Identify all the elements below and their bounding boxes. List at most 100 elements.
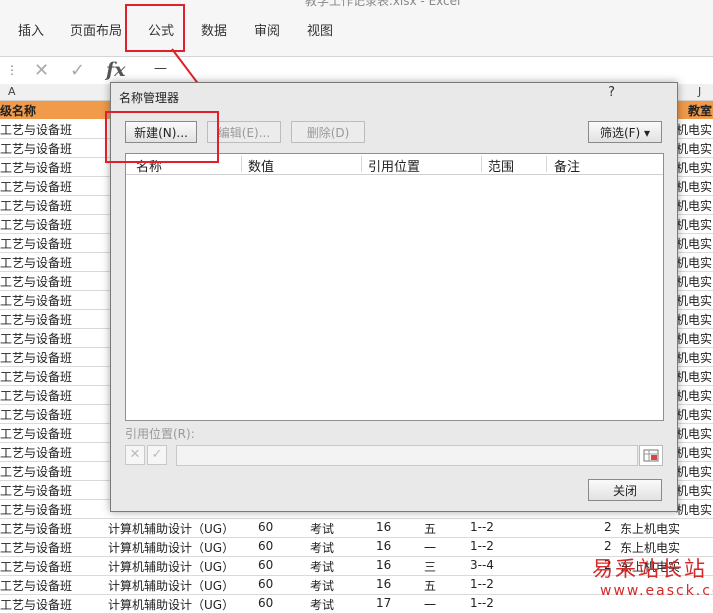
cell-class-name[interactable]: 工艺与设备班 [0,387,72,404]
refers-to-input[interactable] [176,445,638,466]
cell-class-name[interactable]: 工艺与设备班 [0,330,72,347]
cell-period[interactable]: 1--2 [470,520,494,534]
cell-week[interactable]: 16 [376,520,391,534]
cell-class-name[interactable]: 工艺与设备班 [0,121,72,138]
cell-class-name[interactable]: 工艺与设备班 [0,178,72,195]
cell-weekday[interactable]: 五 [424,520,436,537]
cell-classroom[interactable]: 机电实 [676,330,712,347]
cell-classroom[interactable]: 机电实 [676,178,712,195]
cell-class-name[interactable]: 工艺与设备班 [0,577,72,594]
cell-weekday[interactable]: 一 [424,539,436,556]
check-icon[interactable]: ✓ [70,60,85,81]
cell-class-name[interactable]: 工艺与设备班 [0,292,72,309]
cell-classroom[interactable]: 机电实 [676,254,712,271]
tab-insert[interactable]: 插入 [18,20,44,39]
cell-class-name[interactable]: 工艺与设备班 [0,159,72,176]
close-button[interactable]: 关闭 [588,479,662,501]
cell-week[interactable]: 17 [376,596,391,610]
delete-button[interactable]: 删除(D) [291,121,365,143]
cell-classroom[interactable]: 机电实 [676,444,712,461]
cell-class-name[interactable]: 工艺与设备班 [0,539,72,556]
formula-input[interactable]: — [154,61,167,76]
column-a-header[interactable]: A [8,85,16,98]
cell-period[interactable]: 1--2 [470,577,494,591]
cell-classroom[interactable]: 机电实 [676,140,712,157]
cell-class-name[interactable]: 工艺与设备班 [0,501,72,518]
cancel-icon[interactable]: ✕ [34,60,49,81]
cell-classroom[interactable]: 机电实 [676,425,712,442]
cell-class-name[interactable]: 工艺与设备班 [0,425,72,442]
cell-class-name[interactable]: 工艺与设备班 [0,197,72,214]
cell-course[interactable]: 计算机辅助设计（UG） [108,558,234,575]
cell-hours[interactable]: 60 [258,558,273,572]
cell-classroom[interactable]: 机电实 [676,406,712,423]
col-header-value[interactable]: 数值 [248,156,274,175]
cell-classroom[interactable]: 机电实 [676,121,712,138]
cell-count[interactable]: 2 [604,520,612,534]
cell-classroom[interactable]: 机电实 [676,235,712,252]
column-j-header[interactable]: J [698,85,701,98]
cell-hours[interactable]: 60 [258,596,273,610]
cell-period[interactable]: 3--4 [470,558,494,572]
col-header-refers-to[interactable]: 引用位置 [368,156,420,175]
cell-class-name[interactable]: 工艺与设备班 [0,444,72,461]
cell-weekday[interactable]: 五 [424,577,436,594]
cell-room[interactable]: 东上机电实 [620,520,680,537]
function-icon[interactable]: fx [106,59,126,81]
cell-count[interactable]: 2 [604,539,612,553]
range-select-icon[interactable] [639,445,663,466]
cell-classroom[interactable]: 机电实 [676,273,712,290]
cell-class-name[interactable]: 工艺与设备班 [0,349,72,366]
cell-class-name[interactable]: 工艺与设备班 [0,235,72,252]
cell-weekday[interactable]: 三 [424,558,436,575]
cell-exam-type[interactable]: 考试 [310,596,334,613]
names-list[interactable]: 名称 数值 引用位置 范围 备注 [125,153,664,421]
col-header-comment[interactable]: 备注 [554,156,580,175]
cell-week[interactable]: 16 [376,539,391,553]
cell-classroom[interactable]: 机电实 [676,368,712,385]
header-classroom[interactable]: 教室 [688,102,712,119]
col-header-scope[interactable]: 范围 [488,156,514,175]
cell-weekday[interactable]: 一 [424,596,436,613]
cell-class-name[interactable]: 工艺与设备班 [0,140,72,157]
cell-class-name[interactable]: 工艺与设备班 [0,463,72,480]
cell-exam-type[interactable]: 考试 [310,558,334,575]
filter-button[interactable]: 筛选(F) ▾ [588,121,662,143]
cell-class-name[interactable]: 工艺与设备班 [0,311,72,328]
cell-classroom[interactable]: 机电实 [676,349,712,366]
cell-course[interactable]: 计算机辅助设计（UG） [108,577,234,594]
cell-hours[interactable]: 60 [258,520,273,534]
cell-exam-type[interactable]: 考试 [310,539,334,556]
confirm-ref-icon[interactable]: ✓ [147,445,167,465]
cell-class-name[interactable]: 工艺与设备班 [0,482,72,499]
cell-course[interactable]: 计算机辅助设计（UG） [108,539,234,556]
cell-hours[interactable]: 60 [258,577,273,591]
cell-course[interactable]: 计算机辅助设计（UG） [108,520,234,537]
header-class-name[interactable]: 级名称 [0,102,36,119]
cell-class-name[interactable]: 工艺与设备班 [0,520,72,537]
tab-page-layout[interactable]: 页面布局 [70,20,122,39]
cell-class-name[interactable]: 工艺与设备班 [0,368,72,385]
cell-class-name[interactable]: 工艺与设备班 [0,406,72,423]
cell-exam-type[interactable]: 考试 [310,520,334,537]
cell-classroom[interactable]: 机电实 [676,159,712,176]
cell-classroom[interactable]: 机电实 [676,501,712,518]
cell-classroom[interactable]: 机电实 [676,482,712,499]
cell-week[interactable]: 16 [376,558,391,572]
cell-period[interactable]: 1--2 [470,596,494,610]
cell-class-name[interactable]: 工艺与设备班 [0,254,72,271]
cell-course[interactable]: 计算机辅助设计（UG） [108,596,234,613]
cell-hours[interactable]: 60 [258,539,273,553]
cell-week[interactable]: 16 [376,577,391,591]
help-icon[interactable]: ? [608,85,615,100]
tab-review[interactable]: 审阅 [254,20,280,39]
cell-classroom[interactable]: 机电实 [676,463,712,480]
cell-exam-type[interactable]: 考试 [310,577,334,594]
cell-period[interactable]: 1--2 [470,539,494,553]
cell-classroom[interactable]: 机电实 [676,197,712,214]
cancel-ref-icon[interactable]: ✕ [125,445,145,465]
cell-class-name[interactable]: 工艺与设备班 [0,216,72,233]
tab-data[interactable]: 数据 [201,20,227,39]
cell-class-name[interactable]: 工艺与设备班 [0,596,72,613]
cell-classroom[interactable]: 机电实 [676,387,712,404]
